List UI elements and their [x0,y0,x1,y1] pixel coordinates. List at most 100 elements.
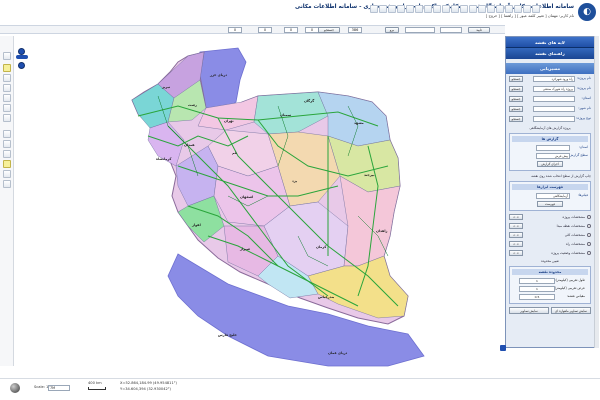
nav-button[interactable]: < < [509,250,523,256]
prev-extent-icon[interactable] [451,5,459,13]
search-button-2[interactable]: جستجو [509,86,523,92]
forward-icon[interactable] [3,114,11,122]
province-select[interactable] [536,145,570,151]
radio-origin[interactable]: مشخصات نقطه مبدا < < [509,222,591,231]
nav-button[interactable]: < < [509,214,523,220]
pan-tool-icon[interactable] [3,64,11,72]
home-icon[interactable] [532,5,540,13]
label-qom: قم [232,151,237,155]
save-icon[interactable] [379,5,387,13]
measure-tool-icon[interactable] [3,140,11,148]
label-isfahan: اصفهان [240,195,253,199]
back-icon[interactable] [3,104,11,112]
coord-input-2[interactable]: 0 [258,27,272,33]
pan-control-icon[interactable] [16,48,28,70]
nav-button[interactable]: < < [509,223,523,229]
radio-dot[interactable] [587,242,591,246]
level-select[interactable]: پیش فرض [536,153,570,159]
list-button[interactable]: فهرست [537,201,563,207]
info-icon[interactable] [406,5,414,13]
export-icon[interactable] [496,5,504,13]
show-satellite-button[interactable]: نمایش تصاویر ماهواره ای [551,307,591,314]
radio-dot[interactable] [587,224,591,228]
settings-icon[interactable] [523,5,531,13]
identify-icon[interactable] [3,130,11,138]
zoom-out-icon[interactable] [3,84,11,92]
coord-input-3[interactable]: 0 [284,27,298,33]
project-input-2[interactable]: پروژه راه شهرک صنعتی [533,86,575,92]
radio-dot[interactable] [587,251,591,255]
nav-button[interactable]: < < [509,241,523,247]
radio-dot[interactable] [587,233,591,237]
select-icon[interactable] [415,5,423,13]
panel-scrollbar[interactable] [594,36,599,348]
accept-button[interactable]: تایید [468,27,490,33]
project-input-1[interactable]: راه ورود شهرکرد [533,76,575,82]
highlight-icon[interactable] [3,160,11,168]
length-input[interactable]: 1 [519,278,555,284]
bookmark-icon[interactable] [514,5,522,13]
coord-input-1[interactable]: 0 [228,27,242,33]
help-icon[interactable] [478,5,486,13]
clear-icon[interactable] [424,5,432,13]
radio-project[interactable]: مشخصات پروژه < < [509,213,591,222]
zoom-field[interactable] [440,27,462,33]
scale-bar-label: 400 km [88,381,102,385]
report-title: گزارش ها [512,136,588,142]
search-button-4[interactable]: جستجو [509,106,523,112]
print-tool-icon[interactable] [3,180,11,188]
draw-icon[interactable] [505,5,513,13]
label-oman: دریای عمان [328,351,348,355]
nav-button[interactable]: < < [509,232,523,238]
coord-input-4[interactable]: 0 [305,27,319,33]
full-extent-icon[interactable] [442,5,450,13]
area-tool-icon[interactable] [3,150,11,158]
search-button-3[interactable]: جستجو [509,96,523,102]
radio-road[interactable]: مشخصات راه < < [509,240,591,249]
search-button-1[interactable]: جستجو [509,76,523,82]
radio-general[interactable]: مشخصات کلی < < [509,231,591,240]
top-toolbar-icons [370,5,540,13]
search-button[interactable]: جستجو [318,27,340,33]
tab-layers[interactable]: لایه های نقشه [506,37,594,48]
tab-route[interactable]: مسیریابی [506,63,594,74]
map-view[interactable]: دریای خزر خلیج فارس دریای عمان تهران اصف… [28,36,500,368]
clear-tool-icon[interactable] [3,170,11,178]
goto-button[interactable]: برو [385,27,399,33]
scale-select[interactable]: 7M [48,385,70,391]
radio-dot[interactable] [587,215,591,219]
width-input[interactable]: 1 [519,286,555,292]
province-input[interactable] [533,96,575,102]
coords-section: محدوده نقشه طول تقریبی (کیلومتر): 1 عرض … [509,266,591,304]
refresh-icon[interactable] [469,5,477,13]
search-row-2: نام پروژه: پروژه راه شهرک صنعتی جستجو [509,85,591,94]
next-extent-icon[interactable] [460,5,468,13]
tab-legend[interactable]: راهنمای نقشه [506,48,594,59]
layers-icon[interactable] [433,5,441,13]
type-input[interactable] [533,116,575,122]
coord-y: Y=34.604,394 (32.930042°) [120,387,171,391]
full-extent-tool-icon[interactable] [3,94,11,102]
area-icon[interactable] [397,5,405,13]
coord-field[interactable] [405,27,435,33]
radio-status[interactable]: مشخصات وضعیت پروژه < < [509,249,591,258]
filter-select[interactable]: آزمایشگاهی [536,193,570,199]
zoom-in-icon[interactable] [3,74,11,82]
iran-map[interactable]: دریای خزر خلیج فارس دریای عمان تهران اصف… [28,36,500,368]
search-icon[interactable] [487,5,495,13]
scale-bar [88,387,106,390]
zoom-input[interactable]: 386 [348,27,362,33]
scale-input[interactable]: 0.5 [519,294,555,300]
show-images-button[interactable]: نمایش تصاویر [509,307,549,314]
print-selection-checkbox[interactable]: چاپ گزارش از سطح انتخاب شده روی نقشه [506,173,594,179]
collapse-panel-icon[interactable] [500,345,506,351]
label-caspian: دریای خزر [209,73,227,77]
search-button-5[interactable]: جستجو [509,116,523,122]
city-input[interactable] [533,106,575,112]
org-logo-icon: ◐ [578,3,596,21]
radio-label: مشخصات پروژه [562,215,586,219]
run-report-button[interactable]: اجرای گزارش [537,161,563,167]
print-icon[interactable] [370,5,378,13]
select-tool-icon[interactable] [3,52,11,60]
measure-icon[interactable] [388,5,396,13]
